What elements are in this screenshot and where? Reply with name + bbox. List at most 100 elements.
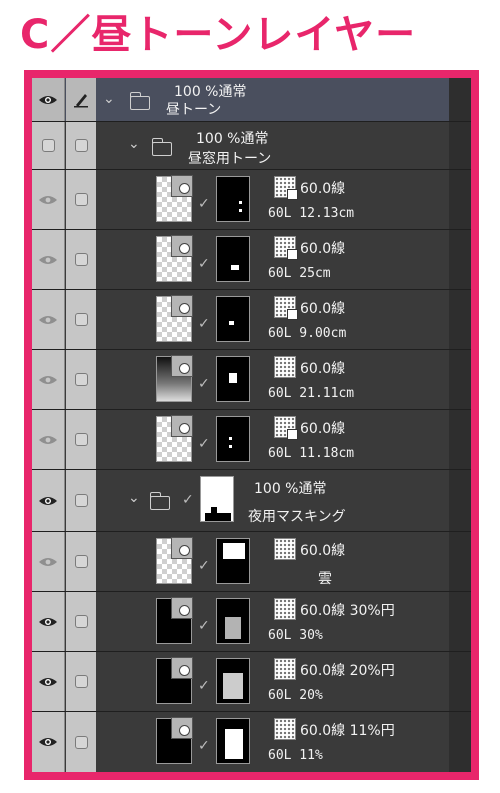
folder-icon bbox=[151, 138, 172, 156]
edit-lock-toggle[interactable] bbox=[66, 652, 96, 711]
layer-thumbnail bbox=[156, 175, 193, 222]
visibility-toggle[interactable] bbox=[32, 230, 65, 289]
tone-icon bbox=[274, 356, 296, 378]
layer-info: 60L 21.11cm bbox=[268, 386, 355, 401]
layer-thumbnail bbox=[156, 717, 193, 764]
edit-lock-toggle[interactable] bbox=[66, 532, 96, 591]
tone-icon bbox=[274, 296, 298, 320]
layer-name: 昼窓用トーン bbox=[188, 151, 272, 167]
edit-lock-toggle[interactable] bbox=[66, 410, 96, 469]
layer-row-tone[interactable]: ✓ 60.0線 20%円 60L 20% bbox=[32, 652, 471, 712]
tone-setting: 60.0線 20%円 bbox=[300, 663, 395, 679]
edit-lock-toggle[interactable] bbox=[66, 470, 96, 531]
tone-icon bbox=[274, 718, 296, 740]
tone-setting: 60.0線 bbox=[300, 241, 346, 257]
visibility-toggle[interactable] bbox=[32, 652, 65, 711]
eye-icon bbox=[39, 496, 57, 505]
layer-mask-thumbnail bbox=[216, 658, 250, 704]
edit-lock-toggle[interactable] bbox=[66, 78, 96, 121]
layer-name: 夜用マスキング bbox=[248, 509, 346, 525]
tone-icon bbox=[274, 416, 298, 440]
layer-opacity-blend: 100 %通常 bbox=[196, 131, 269, 147]
layer-info: 60L 25cm bbox=[268, 266, 331, 281]
edit-lock-toggle[interactable] bbox=[66, 712, 96, 772]
layer-info: 雲 bbox=[318, 571, 332, 587]
layer-name: 昼トーン bbox=[166, 102, 222, 118]
layer-thumbnail bbox=[156, 597, 193, 644]
folder-icon bbox=[129, 92, 150, 110]
visibility-toggle[interactable] bbox=[32, 170, 65, 229]
tone-icon bbox=[171, 537, 193, 559]
edit-lock-toggle[interactable] bbox=[66, 350, 96, 409]
layer-info: 60L 11.18cm bbox=[268, 446, 355, 461]
visibility-toggle[interactable] bbox=[32, 78, 65, 121]
tone-icon bbox=[171, 235, 193, 257]
edit-lock-toggle[interactable] bbox=[66, 122, 96, 169]
layer-info: 60L 12.13cm bbox=[268, 206, 355, 221]
visibility-toggle[interactable] bbox=[32, 470, 65, 531]
tone-setting: 60.0線 bbox=[300, 361, 346, 377]
layer-row-folder-night-masking[interactable]: ⌄ ✓ 100 %通常 夜用マスキング bbox=[32, 470, 471, 532]
layer-row-tone[interactable]: ✓ 60.0線 60L 11.18cm bbox=[32, 410, 471, 470]
check-icon: ✓ bbox=[198, 196, 210, 212]
tone-setting: 60.0線 bbox=[300, 301, 346, 317]
edit-lock-toggle[interactable] bbox=[66, 170, 96, 229]
layer-mask-thumbnail bbox=[216, 598, 250, 644]
layer-mask-thumbnail bbox=[216, 356, 250, 402]
layer-row-tone[interactable]: ✓ 60.0線 60L 9.00cm bbox=[32, 290, 471, 350]
layer-thumbnail bbox=[156, 295, 193, 342]
chevron-down-icon[interactable]: ⌄ bbox=[128, 136, 140, 152]
layer-mask-thumbnail bbox=[216, 296, 250, 342]
layer-opacity-blend: 100 %通常 bbox=[254, 481, 327, 497]
check-icon: ✓ bbox=[198, 738, 210, 754]
layer-mask-thumbnail bbox=[216, 538, 250, 584]
layer-mask-thumbnail bbox=[216, 416, 250, 462]
layer-row-tone[interactable]: ✓ 60.0線 60L 25cm bbox=[32, 230, 471, 290]
layer-row-folder-day-tone[interactable]: ⌄ 100 %通常 昼トーン bbox=[32, 78, 471, 122]
tone-icon bbox=[171, 657, 193, 679]
layer-mask-thumbnail bbox=[216, 176, 250, 222]
tone-icon bbox=[274, 176, 298, 200]
visibility-toggle[interactable] bbox=[32, 122, 65, 169]
visibility-toggle[interactable] bbox=[32, 592, 65, 651]
layer-row-tone[interactable]: ✓ 60.0線 11%円 60L 11% bbox=[32, 712, 471, 772]
edit-lock-toggle[interactable] bbox=[66, 230, 96, 289]
edit-lock-toggle[interactable] bbox=[66, 290, 96, 349]
visibility-toggle[interactable] bbox=[32, 290, 65, 349]
tone-icon bbox=[274, 236, 298, 260]
edit-lock-toggle[interactable] bbox=[66, 592, 96, 651]
folder-icon bbox=[149, 492, 170, 510]
eye-icon bbox=[39, 315, 57, 324]
visibility-toggle[interactable] bbox=[32, 532, 65, 591]
eye-icon bbox=[39, 375, 57, 384]
layer-info: 60L 20% bbox=[268, 688, 323, 703]
visibility-toggle[interactable] bbox=[32, 410, 65, 469]
eye-icon bbox=[39, 435, 57, 444]
page-title: C／昼トーンレイヤー bbox=[20, 12, 417, 58]
check-icon: ✓ bbox=[198, 618, 210, 634]
layer-mask-thumbnail bbox=[216, 718, 250, 764]
tone-icon bbox=[171, 295, 193, 317]
scrollbar-track[interactable] bbox=[449, 78, 471, 121]
check-icon: ✓ bbox=[198, 436, 210, 452]
layer-row-folder-window-tone[interactable]: ⌄ 100 %通常 昼窓用トーン bbox=[32, 122, 471, 170]
tone-icon bbox=[171, 597, 193, 619]
layer-opacity-blend: 100 %通常 bbox=[174, 84, 247, 100]
layer-row-tone[interactable]: ✓ 60.0線 60L 12.13cm bbox=[32, 170, 471, 230]
layer-panel: ⌄ 100 %通常 昼トーン ⌄ 100 %通常 昼窓用トーン ✓ 60.0線 … bbox=[24, 70, 479, 780]
layer-row-tone[interactable]: ✓ 60.0線 30%円 60L 30% bbox=[32, 592, 471, 652]
check-icon: ✓ bbox=[182, 492, 194, 508]
eye-icon bbox=[39, 95, 57, 104]
layer-row-tone[interactable]: ✓ 60.0線 60L 21.11cm bbox=[32, 350, 471, 410]
check-icon: ✓ bbox=[198, 558, 210, 574]
tone-setting: 60.0線 30%円 bbox=[300, 603, 395, 619]
layer-info: 60L 30% bbox=[268, 628, 323, 643]
chevron-down-icon[interactable]: ⌄ bbox=[103, 91, 115, 107]
layer-row-tone[interactable]: ✓ 60.0線 雲 bbox=[32, 532, 471, 592]
visibility-toggle[interactable] bbox=[32, 350, 65, 409]
layer-info: 60L 11% bbox=[268, 748, 323, 763]
visibility-toggle[interactable] bbox=[32, 712, 65, 772]
check-icon: ✓ bbox=[198, 256, 210, 272]
layer-thumbnail bbox=[156, 415, 193, 462]
chevron-down-icon[interactable]: ⌄ bbox=[128, 490, 140, 506]
